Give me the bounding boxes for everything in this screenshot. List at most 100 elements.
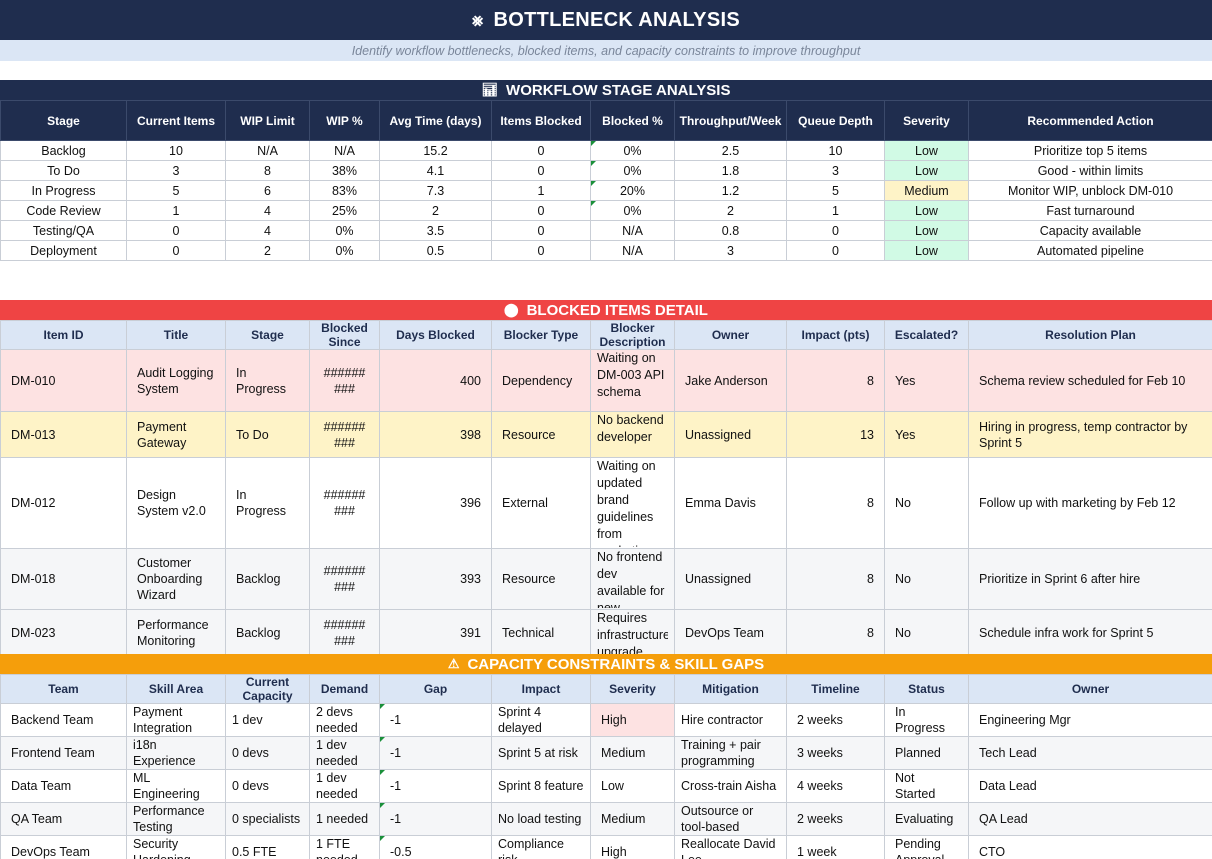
table-cell[interactable]: Customer Onboarding Wizard [126,548,226,610]
table-cell[interactable]: No [884,457,969,549]
table-cell[interactable]: 0% [590,200,675,221]
table-cell[interactable]: To Do [225,411,310,458]
table-cell[interactable]: Low [590,769,675,803]
table-cell[interactable]: Yes [884,411,969,458]
table-cell[interactable]: Pending Approval [884,835,969,859]
table-cell[interactable]: 0 [491,140,591,161]
table-cell[interactable]: -1 [379,769,492,803]
table-cell[interactable]: Design System v2.0 [126,457,226,549]
table-cell[interactable]: No frontend dev available for new [590,548,675,610]
table-cell[interactable]: 1 [126,200,226,221]
table-cell[interactable]: Jake Anderson [674,349,787,412]
table-cell[interactable]: High [590,703,675,737]
table-cell[interactable]: 3 [674,240,787,261]
table-cell[interactable]: 38% [309,160,380,181]
table-cell[interactable]: 0 [491,220,591,241]
table-cell[interactable]: 4 [225,220,310,241]
table-cell[interactable]: Engineering Mgr [968,703,1212,737]
table-cell[interactable]: Data Team [0,769,127,803]
table-cell[interactable]: DevOps Team [674,609,787,656]
table-cell[interactable]: Reallocate David Lee [674,835,787,859]
table-cell[interactable]: Medium [884,180,969,201]
table-cell[interactable]: 6 [225,180,310,201]
table-cell[interactable]: 3 weeks [786,736,885,770]
table-cell[interactable]: External [491,457,591,549]
table-cell[interactable]: Code Review [0,200,127,221]
table-cell[interactable]: N/A [225,140,310,161]
table-cell[interactable]: Backlog [225,609,310,656]
table-cell[interactable]: Resource [491,411,591,458]
table-cell[interactable]: In Progress [884,703,969,737]
table-cell[interactable]: 0 [491,200,591,221]
table-cell[interactable]: Low [884,160,969,181]
table-cell[interactable]: 0 devs [225,736,310,770]
table-cell[interactable]: Compliance risk [491,835,591,859]
table-cell[interactable]: 0 [491,160,591,181]
table-cell[interactable]: 393 [379,548,492,610]
table-cell[interactable]: 13 [786,411,885,458]
table-cell[interactable]: -1 [379,736,492,770]
table-cell[interactable]: Good - within limits [968,160,1212,181]
table-cell[interactable]: Low [884,200,969,221]
table-cell[interactable]: 1 [491,180,591,201]
table-cell[interactable]: Resource [491,548,591,610]
table-cell[interactable]: 0% [309,240,380,261]
table-cell[interactable]: Frontend Team [0,736,127,770]
table-cell[interactable]: Data Lead [968,769,1212,803]
table-cell[interactable]: 4 weeks [786,769,885,803]
table-cell[interactable]: 398 [379,411,492,458]
table-cell[interactable]: -1 [379,802,492,836]
table-cell[interactable]: In Progress [225,457,310,549]
table-cell[interactable]: Medium [590,736,675,770]
table-cell[interactable]: Backend Team [0,703,127,737]
table-cell[interactable]: 8 [225,160,310,181]
table-cell[interactable]: Monitor WIP, unblock DM-010 [968,180,1212,201]
table-cell[interactable]: 1 FTE needed [309,835,380,859]
table-cell[interactable]: 0% [590,140,675,161]
table-cell[interactable]: Payment Integration [126,703,226,737]
table-cell[interactable]: Testing/QA [0,220,127,241]
table-cell[interactable]: 4 [225,200,310,221]
table-cell[interactable]: Prioritize top 5 items [968,140,1212,161]
table-cell[interactable]: Low [884,220,969,241]
table-cell[interactable]: Hire contractor [674,703,787,737]
table-cell[interactable]: Technical [491,609,591,656]
table-cell[interactable]: Security Hardening [126,835,226,859]
table-cell[interactable]: Backlog [0,140,127,161]
table-cell[interactable]: Sprint 8 feature [491,769,591,803]
table-cell[interactable]: 10 [786,140,885,161]
table-cell[interactable]: 0% [590,160,675,181]
table-cell[interactable]: Sprint 4 delayed [491,703,591,737]
table-cell[interactable]: Low [884,240,969,261]
table-cell[interactable]: QA Lead [968,802,1212,836]
table-cell[interactable]: Prioritize in Sprint 6 after hire [968,548,1212,610]
table-cell[interactable]: 2.5 [674,140,787,161]
table-cell[interactable]: 0 [786,220,885,241]
table-cell[interactable]: Performance Testing [126,802,226,836]
table-cell[interactable]: Waiting on updated brand guidelines from… [590,457,675,549]
table-cell[interactable]: ######### [309,548,380,610]
table-cell[interactable]: No load testing [491,802,591,836]
table-cell[interactable]: 1 needed [309,802,380,836]
table-cell[interactable]: Cross-train Aisha [674,769,787,803]
table-cell[interactable]: 1.8 [674,160,787,181]
table-cell[interactable]: 1.2 [674,180,787,201]
table-cell[interactable]: DM-010 [0,349,127,412]
table-cell[interactable]: Yes [884,349,969,412]
table-cell[interactable]: Follow up with marketing by Feb 12 [968,457,1212,549]
table-cell[interactable]: N/A [590,240,675,261]
table-cell[interactable]: Requires infrastructure upgrade [590,609,675,656]
table-cell[interactable]: 1 week [786,835,885,859]
table-cell[interactable]: ######### [309,457,380,549]
table-cell[interactable]: 1 dev [225,703,310,737]
table-cell[interactable]: In Progress [0,180,127,201]
table-cell[interactable]: 391 [379,609,492,656]
table-cell[interactable]: 8 [786,609,885,656]
table-cell[interactable]: QA Team [0,802,127,836]
table-cell[interactable]: 0 [126,220,226,241]
table-cell[interactable]: 0 devs [225,769,310,803]
table-cell[interactable]: Unassigned [674,548,787,610]
table-cell[interactable]: DevOps Team [0,835,127,859]
table-cell[interactable]: Automated pipeline [968,240,1212,261]
table-cell[interactable]: Backlog [225,548,310,610]
